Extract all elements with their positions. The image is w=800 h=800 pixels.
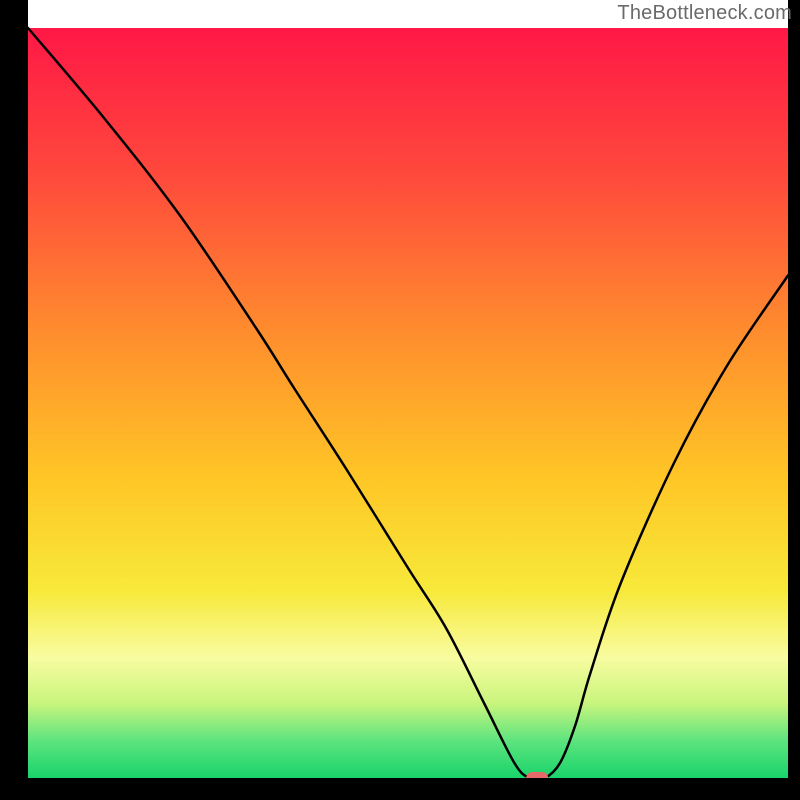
gradient-background <box>28 28 788 778</box>
axis-right <box>788 0 800 800</box>
watermark-text: TheBottleneck.com <box>617 2 792 25</box>
chart-svg <box>0 0 800 800</box>
axis-left <box>14 0 28 800</box>
frame-left-pad <box>0 0 14 800</box>
bottleneck-chart: TheBottleneck.com <box>0 0 800 800</box>
axis-bottom <box>0 778 800 800</box>
